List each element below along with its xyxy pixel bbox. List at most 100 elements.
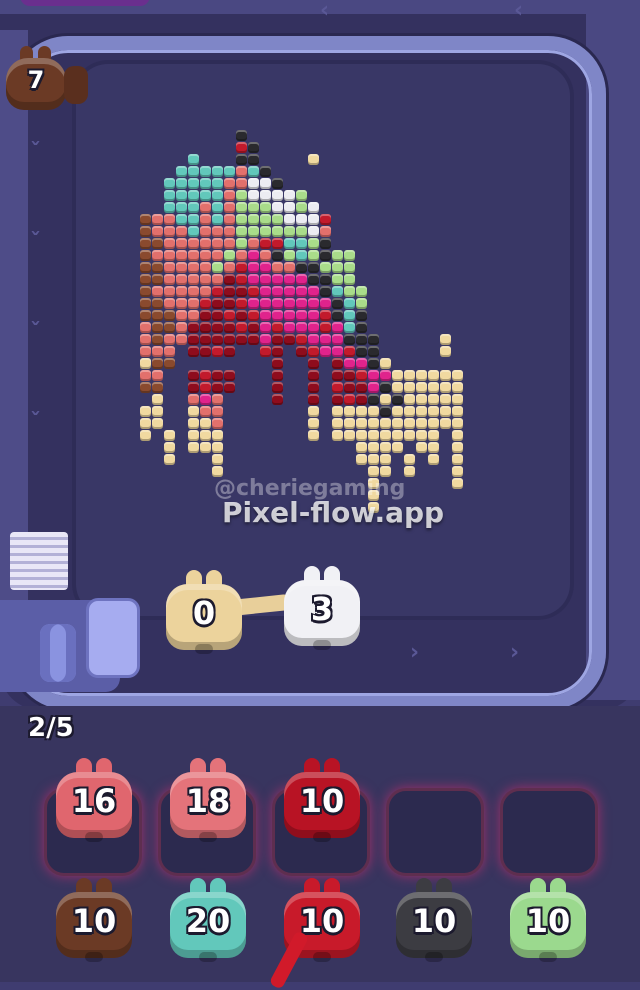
shooter-count: 10 [71, 902, 117, 940]
pixel-block [152, 382, 163, 393]
chevron-down-icon: ˇ [30, 140, 41, 165]
pixel-block [260, 334, 271, 345]
pixel-block [284, 238, 295, 249]
pixel-block [212, 226, 223, 237]
pixel-block [176, 262, 187, 273]
pixel-block [404, 370, 415, 381]
queued-shooter-count: 7 [27, 66, 45, 94]
pixel-block [188, 394, 199, 405]
pixel-art-canvas [72, 60, 574, 620]
slot-progress: 2/5 [28, 713, 74, 743]
chevron-down-icon: ˇ [30, 410, 41, 435]
pixel-block [440, 382, 451, 393]
slot-shooter[interactable]: 16 [56, 758, 132, 842]
pixel-block [344, 298, 355, 309]
queue-shooter[interactable]: 20 [170, 878, 246, 962]
pixel-block [200, 274, 211, 285]
pixel-block [176, 166, 187, 177]
pixel-block [380, 454, 391, 465]
pixel-block [356, 406, 367, 417]
pixel-block [308, 406, 319, 417]
pixel-block [332, 274, 343, 285]
pixel-block [416, 382, 427, 393]
pixel-block [164, 274, 175, 285]
pixel-block [152, 358, 163, 369]
pixel-block [284, 250, 295, 261]
pixel-block [248, 274, 259, 285]
pixel-block [308, 346, 319, 357]
pixel-block [188, 430, 199, 441]
pixel-block [188, 274, 199, 285]
conveyor-shooter[interactable]: 3 [284, 566, 360, 650]
pixel-block [200, 322, 211, 333]
slot-shooter[interactable]: 18 [170, 758, 246, 842]
pixel-block [248, 262, 259, 273]
pixel-block [188, 262, 199, 273]
pixel-block [200, 418, 211, 429]
pixel-block [164, 262, 175, 273]
pixel-block [308, 358, 319, 369]
pixel-block [236, 142, 247, 153]
pixel-block [164, 358, 175, 369]
pixel-block [272, 298, 283, 309]
pixel-block [368, 370, 379, 381]
pixel-block [164, 202, 175, 213]
pixel-block [200, 310, 211, 321]
pixel-block [332, 310, 343, 321]
pixel-block [248, 190, 259, 201]
pixel-block [164, 286, 175, 297]
pixel-block [356, 418, 367, 429]
pixel-block [212, 394, 223, 405]
pixel-block [248, 238, 259, 249]
pixel-block [236, 250, 247, 261]
pixel-block [404, 406, 415, 417]
pixel-block [224, 190, 235, 201]
slot-shooter[interactable]: 10 [284, 758, 360, 842]
launcher-block[interactable] [86, 598, 140, 678]
queue-shooter[interactable]: 10 [510, 878, 586, 962]
pixel-block [188, 202, 199, 213]
pixel-block [212, 418, 223, 429]
pixel-block [248, 154, 259, 165]
empty-slot[interactable] [386, 788, 484, 876]
pixel-block [428, 382, 439, 393]
pixel-block [236, 262, 247, 273]
queue-shooter[interactable]: 10 [396, 878, 472, 962]
pixel-block [188, 382, 199, 393]
left-conveyor-lane [0, 30, 28, 610]
pixel-block [236, 226, 247, 237]
shooter-count: 18 [185, 782, 231, 820]
queued-shooter[interactable]: 7 [6, 46, 66, 110]
pixel-block [260, 322, 271, 333]
pixel-block [416, 370, 427, 381]
pixel-block [320, 214, 331, 225]
pixel-block [176, 226, 187, 237]
pixel-block [140, 346, 151, 357]
pixel-block [212, 166, 223, 177]
pixel-block [272, 214, 283, 225]
pixel-block [188, 286, 199, 297]
pixel-block [248, 202, 259, 213]
queue-shooter[interactable]: 10 [56, 878, 132, 962]
pixel-block [380, 358, 391, 369]
conveyor-shooter[interactable]: 0 [166, 570, 242, 654]
pixel-block [296, 334, 307, 345]
roller-icon [40, 624, 76, 682]
pixel-block [380, 418, 391, 429]
pixel-block [392, 418, 403, 429]
pixel-block [344, 418, 355, 429]
pixel-block [272, 346, 283, 357]
pixel-block [452, 430, 463, 441]
pixel-block [164, 322, 175, 333]
pixel-block [404, 466, 415, 477]
pixel-block [176, 286, 187, 297]
pixel-block [452, 370, 463, 381]
pixel-block [308, 394, 319, 405]
pixel-block [344, 274, 355, 285]
empty-slot[interactable] [500, 788, 598, 876]
pixel-block [344, 370, 355, 381]
pixel-block [140, 430, 151, 441]
pixel-block [140, 322, 151, 333]
pixel-block [320, 226, 331, 237]
pixel-block [428, 418, 439, 429]
